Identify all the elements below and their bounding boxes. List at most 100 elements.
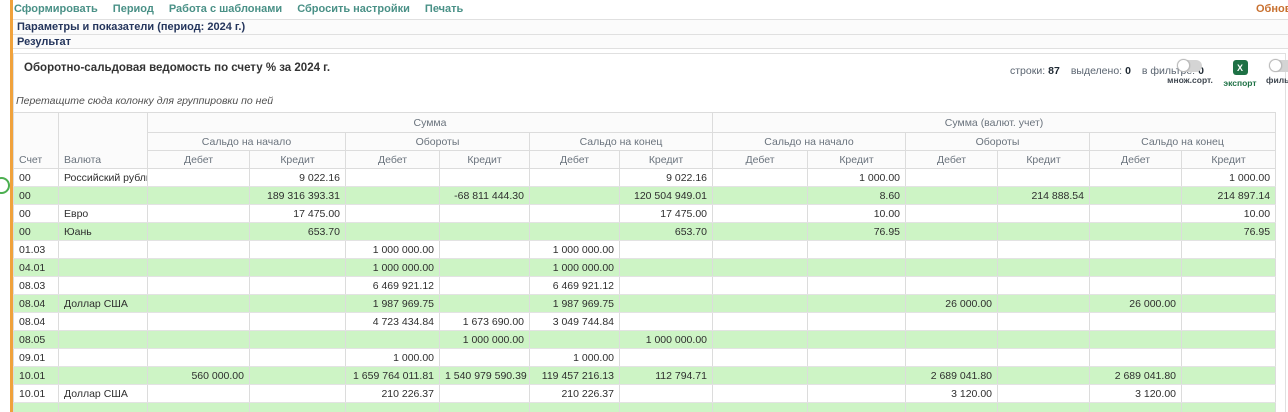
amount-cell[interactable] bbox=[440, 403, 530, 412]
amount-cell[interactable] bbox=[250, 403, 346, 412]
amount-cell[interactable] bbox=[998, 385, 1090, 403]
currency-cell[interactable] bbox=[59, 187, 148, 205]
accordion-parameters[interactable]: Параметры и показатели (период: 2024 г.) bbox=[13, 19, 1288, 34]
amount-cell[interactable] bbox=[530, 223, 620, 241]
amount-cell[interactable]: -68 811 444.30 bbox=[440, 187, 530, 205]
amount-cell[interactable]: 9 022.16 bbox=[250, 169, 346, 187]
amount-cell[interactable] bbox=[713, 259, 808, 277]
amount-cell[interactable] bbox=[713, 349, 808, 367]
amount-cell[interactable]: 1 000 000.00 bbox=[530, 259, 620, 277]
account-cell[interactable]: 00 bbox=[14, 205, 59, 223]
amount-cell[interactable]: 1 659 764 011.81 bbox=[346, 367, 440, 385]
amount-cell[interactable]: 1 987 969.75 bbox=[530, 295, 620, 313]
amount-cell[interactable] bbox=[998, 403, 1090, 412]
amount-cell[interactable] bbox=[250, 349, 346, 367]
amount-cell[interactable]: 2 689 041.80 bbox=[906, 367, 998, 385]
amount-cell[interactable] bbox=[713, 331, 808, 349]
column-header-credit[interactable]: Кредит bbox=[440, 151, 530, 169]
amount-cell[interactable] bbox=[620, 259, 713, 277]
amount-cell[interactable] bbox=[1090, 187, 1182, 205]
amount-cell[interactable] bbox=[1090, 169, 1182, 187]
amount-cell[interactable]: 76.95 bbox=[1182, 223, 1276, 241]
amount-cell[interactable] bbox=[713, 403, 808, 412]
excel-export-icon[interactable]: X bbox=[1233, 60, 1248, 75]
amount-cell[interactable] bbox=[250, 277, 346, 295]
amount-cell[interactable] bbox=[808, 259, 906, 277]
amount-cell[interactable] bbox=[250, 385, 346, 403]
amount-cell[interactable]: 6 469 921.12 bbox=[530, 277, 620, 295]
amount-cell[interactable] bbox=[906, 313, 998, 331]
column-header-credit[interactable]: Кредит bbox=[250, 151, 346, 169]
amount-cell[interactable] bbox=[1090, 241, 1182, 259]
accordion-result[interactable]: Результат bbox=[13, 34, 1288, 49]
amount-cell[interactable] bbox=[530, 187, 620, 205]
amount-cell[interactable] bbox=[998, 313, 1090, 331]
amount-cell[interactable] bbox=[620, 385, 713, 403]
amount-cell[interactable] bbox=[998, 349, 1090, 367]
amount-cell[interactable] bbox=[1090, 277, 1182, 295]
amount-cell[interactable] bbox=[250, 367, 346, 385]
amount-cell[interactable]: 10.00 bbox=[1182, 205, 1276, 223]
panel-drag-handle[interactable] bbox=[0, 177, 10, 194]
amount-cell[interactable] bbox=[620, 241, 713, 259]
amount-cell[interactable] bbox=[1090, 403, 1182, 412]
account-cell[interactable]: 00 bbox=[14, 187, 59, 205]
table-row[interactable]: 00Евро17 475.0017 475.0010.0010.00 bbox=[14, 205, 1276, 223]
amount-cell[interactable] bbox=[620, 349, 713, 367]
amount-cell[interactable]: 214 888.54 bbox=[998, 187, 1090, 205]
amount-cell[interactable] bbox=[346, 403, 440, 412]
amount-cell[interactable] bbox=[1090, 223, 1182, 241]
column-header-credit[interactable]: Кредит bbox=[808, 151, 906, 169]
column-header-credit[interactable]: Кредит bbox=[1182, 151, 1276, 169]
amount-cell[interactable] bbox=[906, 331, 998, 349]
amount-cell[interactable] bbox=[998, 331, 1090, 349]
account-cell[interactable]: 10.01 bbox=[14, 385, 59, 403]
amount-cell[interactable] bbox=[148, 385, 250, 403]
amount-cell[interactable] bbox=[998, 205, 1090, 223]
currency-cell[interactable]: Евро bbox=[59, 205, 148, 223]
amount-cell[interactable]: 210 226.37 bbox=[530, 385, 620, 403]
column-header-debit[interactable]: Дебет bbox=[148, 151, 250, 169]
amount-cell[interactable] bbox=[808, 385, 906, 403]
amount-cell[interactable] bbox=[250, 331, 346, 349]
table-row[interactable] bbox=[14, 403, 1276, 412]
currency-cell[interactable] bbox=[59, 349, 148, 367]
amount-cell[interactable] bbox=[906, 349, 998, 367]
amount-cell[interactable]: 3 049 744.84 bbox=[530, 313, 620, 331]
menu-item-generate[interactable]: Сформировать bbox=[14, 3, 98, 15]
amount-cell[interactable] bbox=[250, 259, 346, 277]
column-header-credit[interactable]: Кредит bbox=[998, 151, 1090, 169]
amount-cell[interactable] bbox=[440, 295, 530, 313]
amount-cell[interactable] bbox=[530, 331, 620, 349]
currency-cell[interactable] bbox=[59, 313, 148, 331]
amount-cell[interactable] bbox=[1182, 385, 1276, 403]
account-cell[interactable]: 08.03 bbox=[14, 277, 59, 295]
amount-cell[interactable] bbox=[1182, 367, 1276, 385]
amount-cell[interactable]: 1 000 000.00 bbox=[346, 241, 440, 259]
column-header-debit[interactable]: Дебет bbox=[906, 151, 998, 169]
amount-cell[interactable] bbox=[620, 295, 713, 313]
amount-cell[interactable]: 17 475.00 bbox=[620, 205, 713, 223]
amount-cell[interactable] bbox=[530, 403, 620, 412]
amount-cell[interactable]: 6 469 921.12 bbox=[346, 277, 440, 295]
amount-cell[interactable] bbox=[713, 241, 808, 259]
amount-cell[interactable]: 1 540 979 590.39 bbox=[440, 367, 530, 385]
table-row[interactable]: 00Российский рубль9 022.169 022.161 000.… bbox=[14, 169, 1276, 187]
table-row[interactable]: 08.044 723 434.841 673 690.003 049 744.8… bbox=[14, 313, 1276, 331]
currency-cell[interactable] bbox=[59, 331, 148, 349]
amount-cell[interactable]: 1 000 000.00 bbox=[440, 331, 530, 349]
amount-cell[interactable] bbox=[440, 205, 530, 223]
account-cell[interactable]: 04.01 bbox=[14, 259, 59, 277]
currency-cell[interactable] bbox=[59, 277, 148, 295]
amount-cell[interactable] bbox=[1182, 241, 1276, 259]
account-cell[interactable]: 08.04 bbox=[14, 295, 59, 313]
amount-cell[interactable] bbox=[713, 169, 808, 187]
amount-cell[interactable] bbox=[808, 277, 906, 295]
amount-cell[interactable]: 112 794.71 bbox=[620, 367, 713, 385]
amount-cell[interactable] bbox=[713, 385, 808, 403]
column-header-debit[interactable]: Дебет bbox=[346, 151, 440, 169]
amount-cell[interactable] bbox=[440, 223, 530, 241]
account-cell[interactable]: 00 bbox=[14, 169, 59, 187]
account-cell[interactable]: 10.01 bbox=[14, 367, 59, 385]
column-header-credit[interactable]: Кредит bbox=[620, 151, 713, 169]
